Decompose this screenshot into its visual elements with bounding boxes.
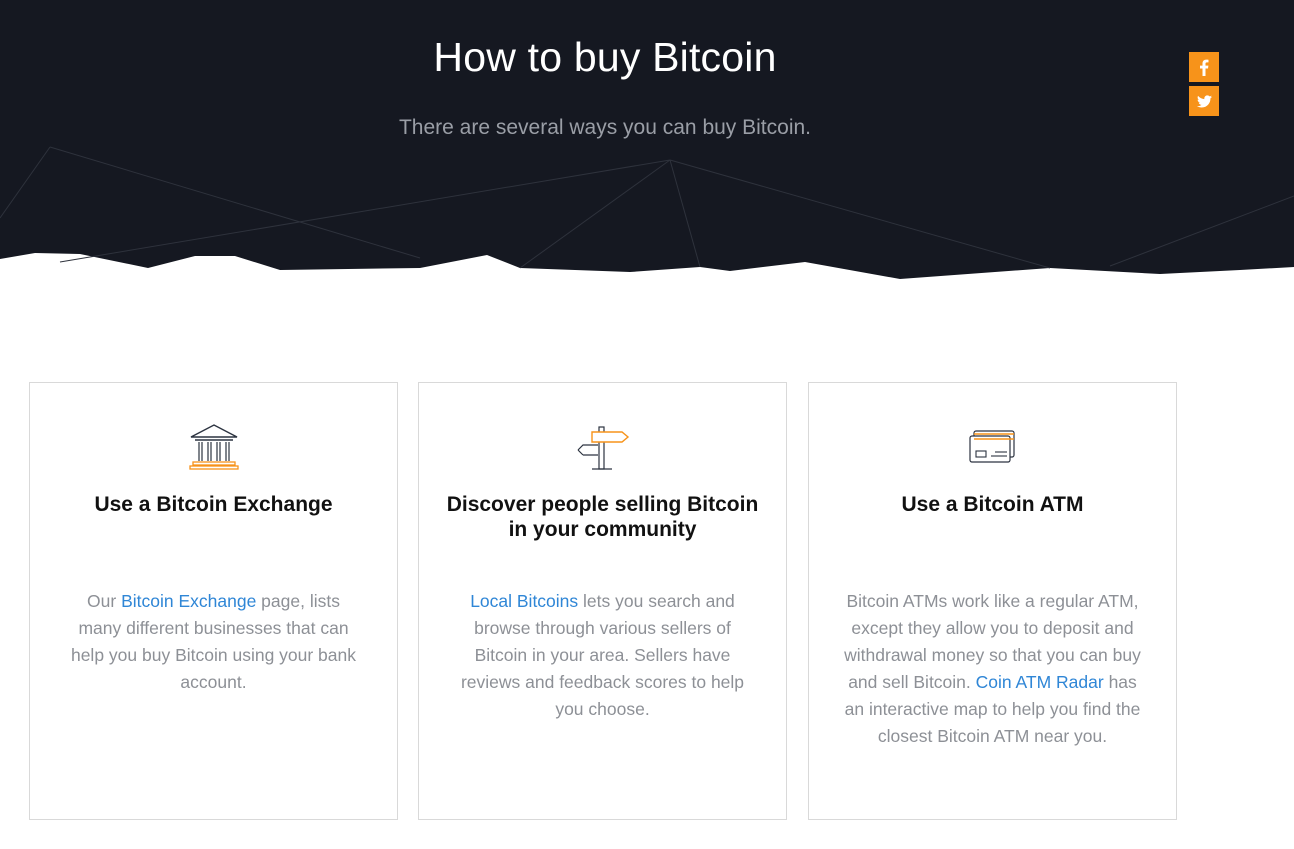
bank-icon xyxy=(188,424,239,470)
page-subtitle: There are several ways you can buy Bitco… xyxy=(398,116,812,139)
card-description: Bitcoin ATMs work like a regular ATM, ex… xyxy=(843,588,1142,750)
card-description: Local Bitcoins lets you search and brows… xyxy=(453,588,752,723)
bitcoin-exchange-link[interactable]: Bitcoin Exchange xyxy=(121,591,256,611)
card-title: Use a Bitcoin Exchange xyxy=(94,493,333,516)
signpost-icon xyxy=(577,426,629,470)
facebook-icon xyxy=(1200,59,1209,76)
card-text: Our xyxy=(87,591,122,611)
coin-atm-radar-link[interactable]: Coin ATM Radar xyxy=(976,672,1104,692)
card-exchange: Use a Bitcoin Exchange Our Bitcoin Excha… xyxy=(29,382,398,820)
card-atm: Use a Bitcoin ATM Bitcoin ATMs work like… xyxy=(808,382,1177,820)
page-title: How to buy Bitcoin xyxy=(433,34,777,80)
facebook-share-button[interactable] xyxy=(1189,52,1219,82)
card-title: Use a Bitcoin ATM xyxy=(901,493,1084,516)
hero-section: How to buy Bitcoin There are several way… xyxy=(0,0,1294,290)
twitter-share-button[interactable] xyxy=(1189,86,1219,116)
twitter-icon xyxy=(1196,94,1212,107)
card-title: Discover people selling Bitcoin in your … xyxy=(446,493,759,541)
card-community: Discover people selling Bitcoin in your … xyxy=(418,382,787,820)
card-icon xyxy=(968,430,1015,463)
local-bitcoins-link[interactable]: Local Bitcoins xyxy=(470,591,578,611)
card-description: Our Bitcoin Exchange page, lists many di… xyxy=(64,588,363,696)
